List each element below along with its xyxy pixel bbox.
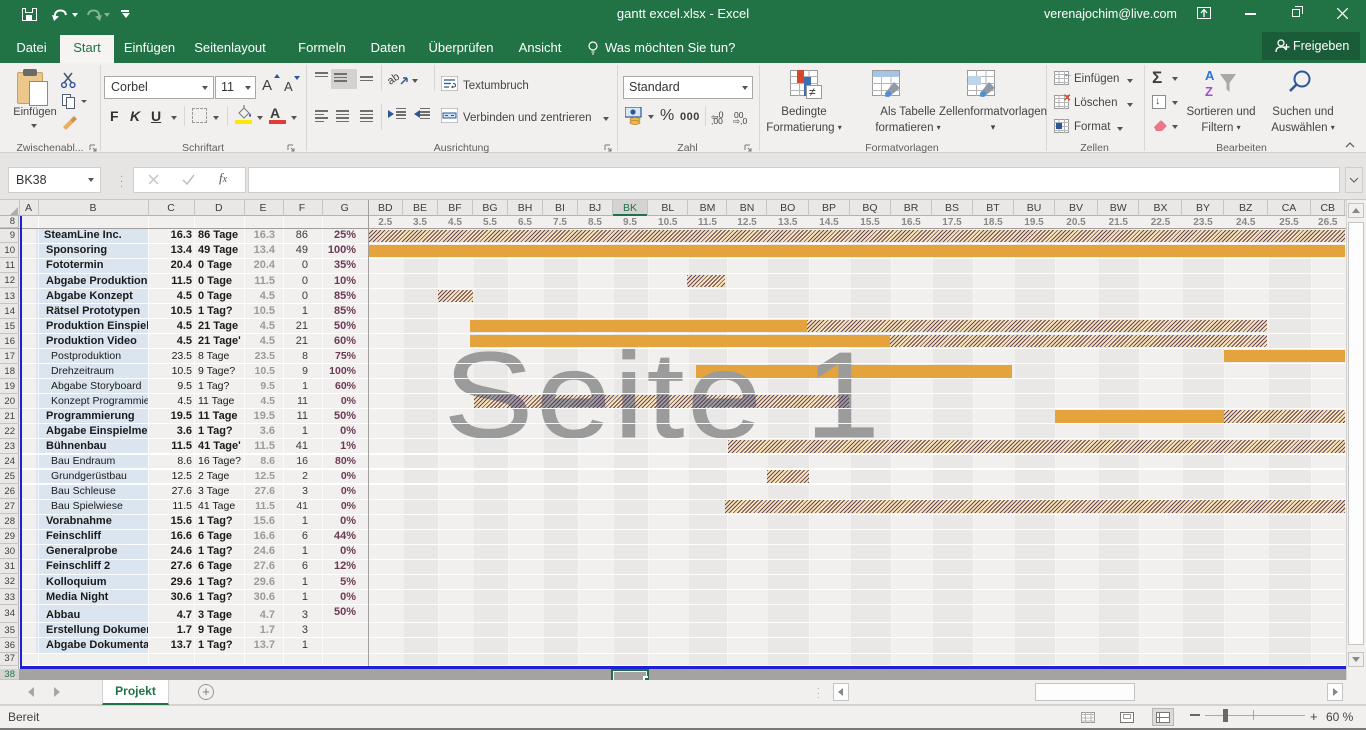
svg-text:ab: ab [388, 71, 402, 88]
